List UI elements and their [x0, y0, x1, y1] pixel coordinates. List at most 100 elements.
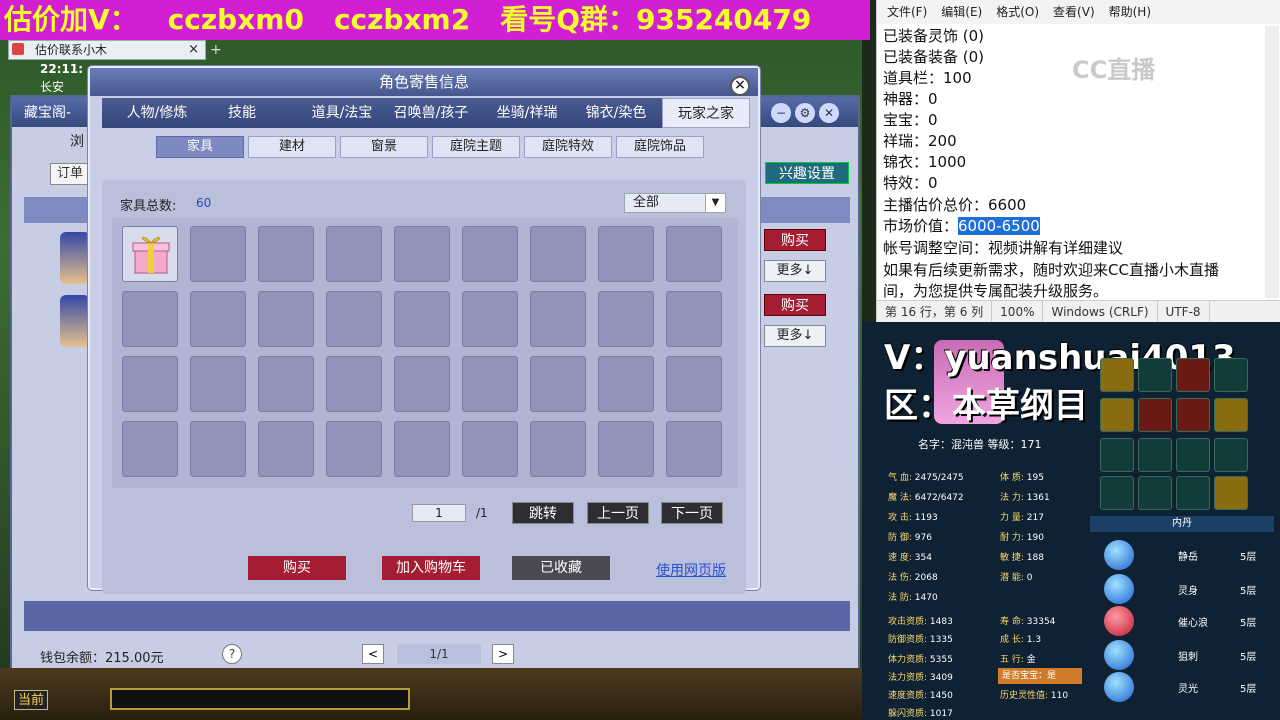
- minimize-icon[interactable]: −: [771, 103, 791, 123]
- more-button[interactable]: 更多↓: [764, 325, 826, 347]
- item-slot[interactable]: [598, 226, 654, 282]
- inner-pill-row[interactable]: 催心浪 5层: [1100, 606, 1270, 636]
- item-slot[interactable]: [462, 291, 518, 347]
- item-slot[interactable]: [394, 421, 450, 477]
- equip-slot[interactable]: [1138, 398, 1172, 432]
- buy-button[interactable]: 购买: [764, 229, 826, 251]
- next-page-button[interactable]: 下一页: [661, 502, 723, 524]
- inner-pill-row[interactable]: 灵身 5层: [1100, 574, 1270, 604]
- tab-summons[interactable]: 召唤兽/孩子: [384, 98, 478, 128]
- equip-slot[interactable]: [1138, 438, 1172, 472]
- close-icon[interactable]: ×: [188, 41, 199, 59]
- equip-slot[interactable]: [1176, 438, 1210, 472]
- page-input[interactable]: 1: [412, 504, 466, 522]
- item-slot[interactable]: [666, 291, 722, 347]
- item-slot[interactable]: [666, 421, 722, 477]
- item-slot[interactable]: [122, 226, 178, 282]
- item-slot[interactable]: [326, 421, 382, 477]
- subtab-furniture[interactable]: 家具: [156, 136, 244, 158]
- item-slot[interactable]: [258, 226, 314, 282]
- avatar[interactable]: [60, 232, 90, 284]
- subtab-materials[interactable]: 建材: [248, 136, 336, 158]
- more-button[interactable]: 更多↓: [764, 260, 826, 282]
- menu-view[interactable]: 查看(V): [1053, 5, 1095, 19]
- equip-slot[interactable]: [1176, 398, 1210, 432]
- prev-page-button[interactable]: 上一页: [587, 502, 649, 524]
- favorited-button[interactable]: 已收藏: [512, 556, 610, 580]
- equip-slot[interactable]: [1214, 398, 1248, 432]
- gear-icon[interactable]: ⚙: [795, 103, 815, 123]
- use-web-version-link[interactable]: 使用网页版: [656, 560, 726, 580]
- equip-slot[interactable]: [1100, 358, 1134, 392]
- item-slot[interactable]: [530, 356, 586, 412]
- current-channel-button[interactable]: 当前: [14, 690, 48, 710]
- item-slot[interactable]: [326, 356, 382, 412]
- menu-format[interactable]: 格式(O): [996, 5, 1039, 19]
- item-slot[interactable]: [530, 421, 586, 477]
- inner-pill-row[interactable]: 静岳 5层: [1100, 540, 1270, 570]
- item-slot[interactable]: [598, 356, 654, 412]
- item-slot[interactable]: [190, 226, 246, 282]
- item-slot[interactable]: [258, 356, 314, 412]
- item-slot[interactable]: [666, 226, 722, 282]
- item-slot[interactable]: [462, 421, 518, 477]
- tab-character[interactable]: 人物/修炼: [112, 98, 202, 128]
- equip-slot[interactable]: [1214, 476, 1248, 510]
- item-slot[interactable]: [190, 356, 246, 412]
- menu-edit[interactable]: 编辑(E): [941, 5, 982, 19]
- inner-pill-row[interactable]: 狙刺 5层: [1100, 640, 1270, 670]
- equip-slot[interactable]: [1100, 438, 1134, 472]
- scrollbar[interactable]: [1265, 26, 1279, 298]
- tab-outfits[interactable]: 锦衣/染色: [572, 98, 660, 128]
- item-slot[interactable]: [122, 421, 178, 477]
- subtab-yard-effect[interactable]: 庭院特效: [524, 136, 612, 158]
- item-slot[interactable]: [394, 226, 450, 282]
- item-slot[interactable]: [394, 291, 450, 347]
- interest-settings-button[interactable]: 兴趣设置: [765, 162, 849, 184]
- equip-slot[interactable]: [1176, 358, 1210, 392]
- equip-slot[interactable]: [1100, 398, 1134, 432]
- tab-items[interactable]: 道具/法宝: [298, 98, 386, 128]
- new-tab-icon[interactable]: +: [210, 42, 222, 58]
- item-slot[interactable]: [122, 291, 178, 347]
- browser-tab[interactable]: 估价联系小木 ×: [8, 40, 206, 60]
- category-filter-select[interactable]: 全部 ▼: [624, 193, 726, 213]
- item-slot[interactable]: [462, 226, 518, 282]
- tab-mounts[interactable]: 坐骑/祥瑞: [482, 98, 572, 128]
- item-slot[interactable]: [258, 421, 314, 477]
- close-icon[interactable]: ✕: [819, 103, 839, 123]
- item-slot[interactable]: [462, 356, 518, 412]
- buy-button[interactable]: 购买: [248, 556, 346, 580]
- market-value-selected[interactable]: 6000-6500: [958, 217, 1040, 235]
- item-slot[interactable]: [666, 356, 722, 412]
- next-page-icon[interactable]: >: [492, 644, 514, 664]
- subtab-yard-theme[interactable]: 庭院主题: [432, 136, 520, 158]
- close-icon[interactable]: ×: [730, 76, 750, 96]
- item-slot[interactable]: [258, 291, 314, 347]
- inner-pill-row[interactable]: 灵光 5层: [1100, 672, 1270, 702]
- equip-slot[interactable]: [1100, 476, 1134, 510]
- prev-page-icon[interactable]: <: [362, 644, 384, 664]
- tab-skills[interactable]: 技能: [208, 98, 276, 128]
- subtab-yard-decor[interactable]: 庭院饰品: [616, 136, 704, 158]
- item-slot[interactable]: [598, 291, 654, 347]
- chevron-down-icon[interactable]: ▼: [705, 194, 725, 212]
- buy-button[interactable]: 购买: [764, 294, 826, 316]
- jump-button[interactable]: 跳转: [512, 502, 574, 524]
- item-slot[interactable]: [530, 291, 586, 347]
- subtab-window-view[interactable]: 窗景: [340, 136, 428, 158]
- help-icon[interactable]: ?: [222, 644, 242, 664]
- item-slot[interactable]: [530, 226, 586, 282]
- tab-player-home[interactable]: 玩家之家: [662, 98, 750, 128]
- item-slot[interactable]: [190, 291, 246, 347]
- equip-slot[interactable]: [1214, 358, 1248, 392]
- equip-slot[interactable]: [1214, 438, 1248, 472]
- item-slot[interactable]: [190, 421, 246, 477]
- menu-file[interactable]: 文件(F): [887, 5, 927, 19]
- add-to-cart-button[interactable]: 加入购物车: [382, 556, 480, 580]
- equip-slot[interactable]: [1138, 358, 1172, 392]
- avatar[interactable]: [60, 295, 90, 347]
- item-slot[interactable]: [122, 356, 178, 412]
- item-slot[interactable]: [598, 421, 654, 477]
- chat-input[interactable]: [110, 688, 410, 710]
